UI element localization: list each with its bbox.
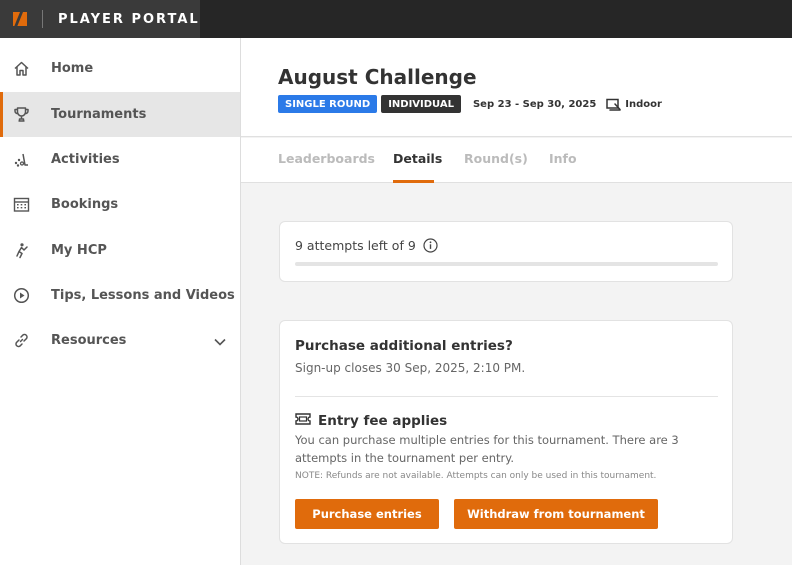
page-title: August Challenge — [278, 65, 477, 89]
entry-fee-heading: Entry fee applies — [295, 412, 447, 430]
tournament-venue: Indoor — [625, 98, 662, 110]
chevron-down-icon[interactable] — [213, 334, 227, 352]
tab-rounds[interactable]: Round(s) — [464, 151, 528, 166]
sidebar-item-label: Bookings — [51, 197, 119, 212]
attempts-left-text: 9 attempts left of 9 — [295, 238, 416, 253]
sidebar-item-label: Tournaments — [51, 107, 147, 122]
active-tab-indicator — [393, 180, 434, 183]
sidebar-item-resources[interactable]: Resources — [0, 318, 240, 363]
sidebar-item-bookings[interactable]: Bookings — [0, 182, 240, 227]
sidebar-item-tips-lessons-videos[interactable]: Tips, Lessons and Videos — [0, 273, 240, 318]
home-icon — [12, 60, 30, 78]
purchase-entries-button[interactable]: Purchase entries — [295, 499, 439, 529]
attempts-progress-bar — [295, 262, 718, 266]
sidebar-item-my-hcp[interactable]: My HCP — [0, 228, 240, 273]
purchase-entries-card: Purchase additional entries? Sign-up clo… — [279, 320, 733, 544]
trophy-icon — [12, 106, 30, 124]
play-circle-icon — [12, 287, 30, 305]
activities-icon — [12, 151, 30, 169]
portal-logo-icon — [13, 12, 27, 26]
tab-info[interactable]: Info — [549, 151, 577, 166]
tournament-meta: SINGLE ROUND INDIVIDUAL Sep 23 - Sep 30,… — [278, 95, 662, 113]
withdraw-button[interactable]: Withdraw from tournament — [454, 499, 658, 529]
attempts-card: 9 attempts left of 9 — [279, 221, 733, 282]
sidebar-item-label: Tips, Lessons and Videos — [51, 288, 235, 303]
main-content: August Challenge SINGLE ROUND INDIVIDUAL… — [241, 38, 792, 565]
sidebar-item-label: Resources — [51, 333, 127, 348]
sidebar-item-label: Home — [51, 61, 94, 76]
sidebar-item-activities[interactable]: Activities — [0, 137, 240, 182]
tab-details[interactable]: Details — [393, 151, 442, 166]
tournament-dates: Sep 23 - Sep 30, 2025 — [472, 98, 597, 110]
signup-closes-text: Sign-up closes 30 Sep, 2025, 2:10 PM. — [295, 361, 526, 375]
tab-bar: Leaderboards Details Round(s) Info — [241, 138, 792, 183]
attempts-row: 9 attempts left of 9 — [295, 238, 438, 253]
refund-note: NOTE: Refunds are not available. Attempt… — [295, 471, 657, 481]
sidebar-item-label: My HCP — [51, 243, 107, 258]
round-type-badge: SINGLE ROUND — [278, 95, 378, 113]
tab-leaderboards[interactable]: Leaderboards — [278, 151, 375, 166]
sidebar-item-home[interactable]: Home — [0, 46, 240, 91]
sidebar: Home Tournaments Activities Bookings My … — [0, 38, 241, 565]
brand-divider — [42, 10, 43, 28]
sidebar-item-tournaments[interactable]: Tournaments — [0, 92, 240, 137]
purchase-title: Purchase additional entries? — [295, 338, 513, 354]
brand-title: PLAYER PORTAL — [58, 11, 200, 27]
link-icon — [12, 332, 30, 350]
divider — [295, 396, 718, 397]
top-bar: PLAYER PORTAL — [0, 0, 792, 38]
ticket-icon — [295, 412, 311, 430]
brand[interactable]: PLAYER PORTAL — [0, 0, 200, 38]
indoor-simulator-icon — [606, 98, 622, 111]
calendar-icon — [12, 196, 30, 214]
entry-fee-title: Entry fee applies — [318, 413, 448, 429]
golfer-icon — [12, 242, 30, 260]
info-icon[interactable] — [423, 238, 438, 253]
format-badge: INDIVIDUAL — [381, 95, 461, 113]
sidebar-item-label: Activities — [51, 152, 120, 167]
entry-fee-description: You can purchase multiple entries for th… — [295, 433, 679, 465]
tournament-header: August Challenge SINGLE ROUND INDIVIDUAL… — [241, 38, 792, 137]
